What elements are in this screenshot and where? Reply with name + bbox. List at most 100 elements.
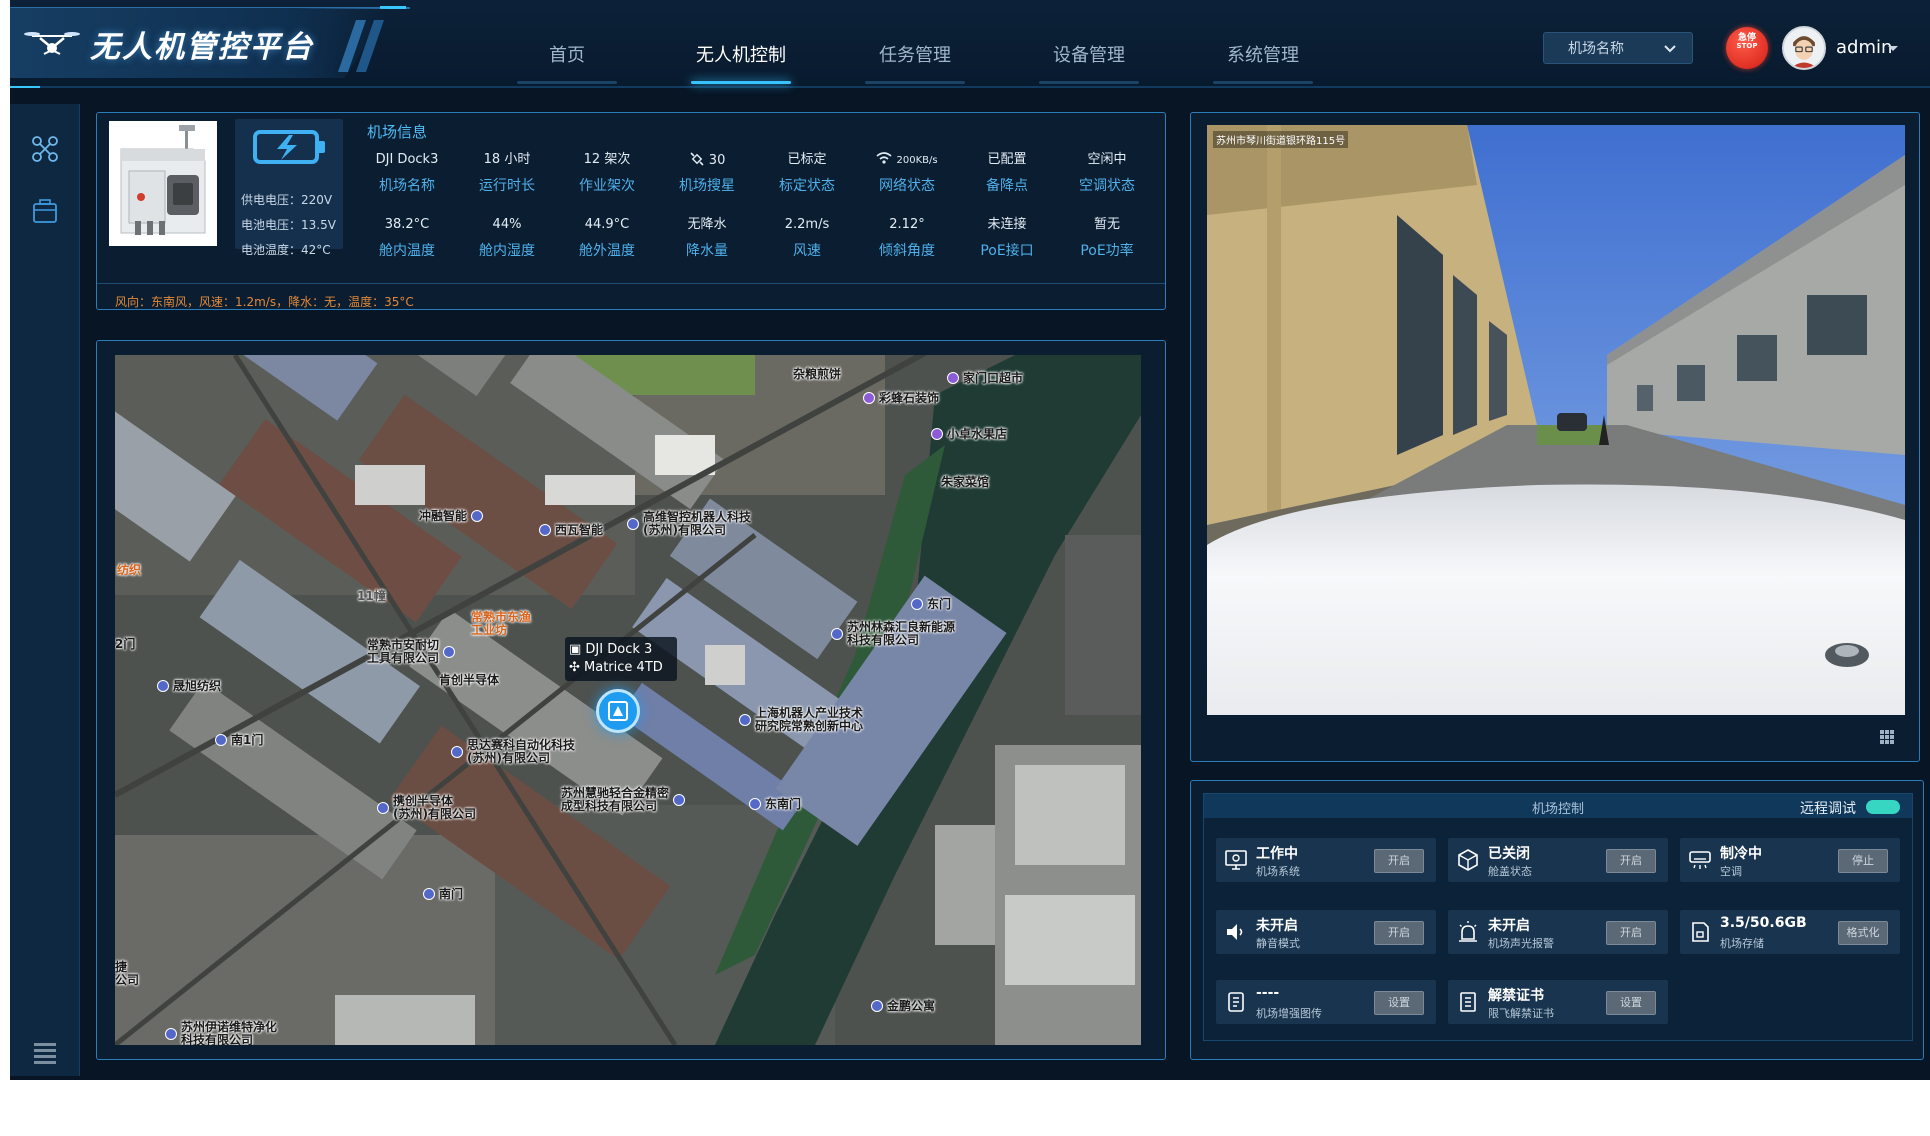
grid-icon[interactable] — [1879, 729, 1895, 745]
poi-label: 朱家菜馆 — [941, 475, 990, 489]
poi-label: 成型科技有限公司 — [561, 799, 658, 813]
map-poi[interactable]: 冲融智能 — [419, 507, 487, 524]
certificate-settings-button[interactable]: 设置 — [1606, 991, 1656, 1015]
battery-voltage: 电池电压：13.5V — [241, 218, 336, 232]
map-poi[interactable]: 苏州慧驰轻合金精密 成型科技有限公司 — [561, 787, 689, 813]
battery-temperature: 电池温度：42°C — [241, 243, 331, 257]
poi-label: 纺织 — [117, 563, 142, 577]
info-label: 作业架次 — [579, 178, 635, 194]
info-item: 无降水 降水量 — [657, 216, 757, 260]
username[interactable]: admin — [1836, 37, 1892, 58]
avatar[interactable] — [1782, 26, 1826, 70]
satellite-map[interactable]: 杂粮煎饼 家门口超市 彩蜂石装饰 小卓水果店 朱家菜馆 冲融智能 西瓦智能 高维… — [115, 355, 1141, 1045]
map-poi[interactable]: 家门口超市 — [947, 369, 1023, 386]
map-poi[interactable]: 常熟市安耐切 工具有限公司 — [367, 639, 459, 665]
remote-debug-toggle[interactable] — [1866, 800, 1900, 814]
site-select[interactable]: 机场名称 — [1543, 32, 1693, 64]
speaker-icon — [1227, 924, 1243, 940]
map-poi[interactable]: 彩蜂石装饰 — [863, 389, 939, 406]
nav-item-home[interactable]: 首页 — [480, 0, 654, 88]
map-poi[interactable]: 金鹏公寓 — [871, 997, 935, 1014]
poi-label-group: 苏州林森汇良新能源 科技有限公司 — [847, 621, 955, 647]
info-label: 降水量 — [686, 243, 728, 259]
control-card-system: 工作中 机场系统 开启 — [1216, 838, 1436, 882]
poi-pin-icon — [863, 391, 875, 404]
map-poi[interactable]: 苏州林森汇良新能源 科技有限公司 — [831, 621, 955, 647]
drone-icon[interactable] — [30, 134, 60, 164]
info-label: 舱内温度 — [379, 243, 435, 259]
map-poi[interactable]: 西瓦智能 — [539, 521, 603, 538]
network-speed: 200KB/s — [896, 155, 938, 166]
silent-mode-button[interactable]: 开启 — [1374, 921, 1424, 945]
menu-icon[interactable] — [30, 1038, 60, 1068]
map-poi[interactable]: 晟旭纺织 — [157, 677, 221, 694]
main-nav: 首页 无人机控制 任务管理 设备管理 系统管理 — [480, 0, 1350, 88]
camera-feed[interactable]: 苏州市琴川街道银环路115号 — [1207, 125, 1905, 715]
nav-item-label: 无人机控制 — [696, 45, 786, 66]
map-poi[interactable]: 思达赛科自动化科技 (苏州)有限公司 — [451, 739, 575, 765]
control-status: 未开启 — [1488, 918, 1530, 934]
control-inner: 机场控制 远程调试 工作中 机场系统 开启 已关闭 舱盖状态 开启 制冷中 空调 — [1203, 793, 1913, 1041]
map-poi: 杂粮煎饼 — [793, 365, 841, 382]
poi-label: 小卓水果店 — [947, 427, 1008, 441]
map-poi[interactable]: 南1门 — [215, 731, 263, 748]
nav-underline — [691, 81, 791, 84]
info-label: 机场搜星 — [679, 178, 735, 194]
nav-item-system-management[interactable]: 系统管理 — [1176, 0, 1350, 88]
info-label: 风速 — [793, 243, 821, 259]
map-poi[interactable]: 南门 — [423, 885, 463, 902]
control-status: 制冷中 — [1720, 846, 1762, 862]
map-poi[interactable]: 东南门 — [749, 795, 801, 812]
chevron-down-icon[interactable] — [1886, 42, 1900, 54]
info-item: 暂无 PoE功率 — [1057, 216, 1157, 260]
dock-name: DJI Dock 3 — [585, 642, 653, 657]
map-poi[interactable]: 携创半导体 (苏州)有限公司 — [377, 795, 476, 821]
alarm-start-button[interactable]: 开启 — [1606, 921, 1656, 945]
info-value: 已配置 — [987, 152, 1027, 167]
camera-overlay-label: 苏州市琴川街道银环路115号 — [1213, 131, 1349, 148]
dock-tooltip-row: ✣ Matrice 4TD — [569, 659, 677, 677]
storage-icon — [1692, 922, 1709, 942]
dock-location-marker[interactable] — [596, 689, 640, 733]
nav-item-drone-control[interactable]: 无人机控制 — [654, 0, 828, 88]
transmission-settings-button[interactable]: 设置 — [1374, 991, 1424, 1015]
wifi-icon — [876, 152, 892, 164]
info-item: 12 架次 作业架次 — [557, 151, 657, 195]
control-card-alarm: 未开启 机场声光报警 开启 — [1448, 910, 1668, 954]
info-item: 未连接 PoE接口 — [957, 216, 1057, 260]
info-item: 44% 舱内湿度 — [457, 216, 557, 260]
map-poi[interactable]: 上海机器人产业技术 研究院常熟创新中心 — [739, 707, 863, 733]
poi-label: 11幢 — [357, 589, 386, 603]
map-poi[interactable]: 高维智控机器人科技 (苏州)有限公司 — [627, 511, 751, 537]
map-poi[interactable]: 苏州伊诺维特净化 科技有限公司 — [165, 1021, 277, 1045]
poi-label-group: 上海机器人产业技术 研究院常熟创新中心 — [755, 707, 863, 733]
transmission-icon — [1228, 992, 1244, 1012]
system-start-button[interactable]: 开启 — [1374, 849, 1424, 873]
info-value: 44.9°C — [584, 217, 630, 232]
cover-open-button[interactable]: 开启 — [1606, 849, 1656, 873]
nav-item-device-management[interactable]: 设备管理 — [1002, 0, 1176, 88]
info-label: PoE接口 — [980, 243, 1034, 259]
control-card-transmission: ---- 机场增强图传 设置 — [1216, 980, 1436, 1024]
map-poi[interactable]: 小卓水果店 — [931, 425, 1007, 442]
poi-pin-icon — [157, 679, 169, 692]
emergency-stop-button[interactable]: 急停 STOP — [1726, 27, 1768, 69]
poi-pin-icon — [931, 427, 943, 440]
info-value: 2.2m/s — [784, 217, 830, 232]
dock-image — [109, 121, 217, 246]
weather-strip: 风向：东南风，风速：1.2m/s，降水：无，温度：35°C — [97, 283, 1165, 313]
poi-pin-icon — [871, 999, 883, 1012]
poi-label: 公司 — [115, 973, 140, 987]
map-poi[interactable]: 东门 — [911, 595, 951, 612]
ac-stop-button[interactable]: 停止 — [1838, 849, 1888, 873]
nav-item-task-management[interactable]: 任务管理 — [828, 0, 1002, 88]
nav-underline — [1213, 81, 1313, 84]
info-value: 暂无 — [1093, 217, 1120, 232]
dock-icon[interactable] — [30, 196, 60, 226]
poi-label-group: 常熟市安耐切 工具有限公司 — [367, 639, 439, 665]
storage-format-button[interactable]: 格式化 — [1838, 921, 1888, 945]
nav-underline — [865, 81, 965, 84]
info-item: 200KB/s 网络状态 — [857, 151, 957, 195]
battery-charging-icon — [253, 130, 325, 164]
info-value: 12 架次 — [583, 152, 631, 167]
